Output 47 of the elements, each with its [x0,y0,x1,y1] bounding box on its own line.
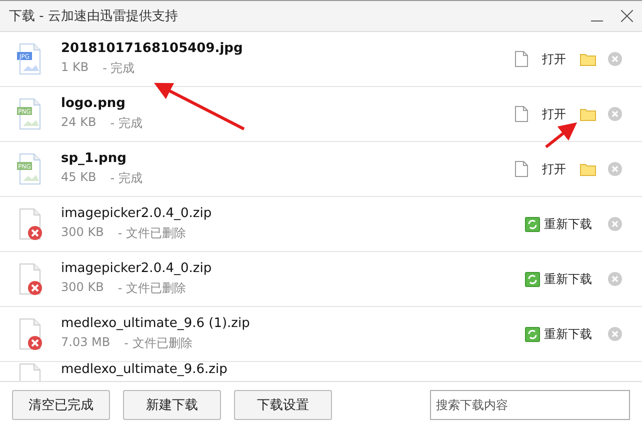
file-icon[interactable] [515,161,528,177]
redownload-button[interactable]: 重新下载 [544,216,592,232]
close-icon[interactable] [621,10,633,22]
footer-button[interactable]: 清空已完成 [12,390,110,420]
file-name: sp_1.png [61,151,128,166]
remove-icon[interactable] [608,272,622,286]
file-size: 1 KB [61,60,89,76]
file-size: 300 KB [61,225,104,241]
open-button[interactable]: 打开 [542,50,566,68]
window-title: 下载 - 云加速由迅雷提供支持 [9,8,179,25]
refresh-icon[interactable] [525,326,540,342]
download-status: - 文件已删除 [118,280,186,297]
footer-button[interactable]: 下载设置 [234,390,332,420]
file-size: 7.03 MB [61,335,110,351]
redownload-button[interactable]: 重新下载 [544,326,592,342]
folder-icon[interactable] [580,52,596,66]
annotation-arrow [545,122,578,148]
file-name: medlexo_ultimate_9.6 (1).zip [61,316,251,331]
download-status: - 文件已删除 [124,335,192,352]
file-size: 45 KB [61,170,96,186]
remove-icon[interactable] [608,162,622,176]
footer-button[interactable]: 新建下载 [123,390,221,420]
download-status: - 文件已删除 [118,225,186,242]
refresh-icon[interactable] [525,216,540,232]
open-button[interactable]: 打开 [542,106,566,122]
file-icon[interactable] [515,106,528,122]
folder-icon[interactable] [580,108,596,120]
redownload-button[interactable]: 重新下载 [544,270,592,288]
file-size: 24 KB [61,115,96,131]
remove-icon[interactable] [608,217,622,231]
refresh-icon[interactable] [525,272,540,286]
remove-icon[interactable] [608,107,622,121]
file-name: 20181017168105409.jpg [61,41,244,56]
file-name: logo.png [61,96,126,111]
download-status: - 完成 [110,170,142,187]
remove-icon[interactable] [608,52,622,66]
remove-icon[interactable] [608,327,622,341]
file-icon[interactable] [515,51,528,67]
file-size: 300 KB [61,280,104,296]
file-name: imagepicker2.0.4_0.zip [61,261,213,276]
file-name: imagepicker2.0.4_0.zip [61,206,213,221]
open-button[interactable]: 打开 [542,160,566,178]
download-status: - 完成 [102,60,135,77]
folder-icon[interactable] [580,162,596,176]
search-field[interactable]: 搜索下载内容 [430,390,630,420]
download-status: - 完成 [110,115,142,132]
file-name: medlexo_ultimate_9.6.zip [61,362,228,377]
